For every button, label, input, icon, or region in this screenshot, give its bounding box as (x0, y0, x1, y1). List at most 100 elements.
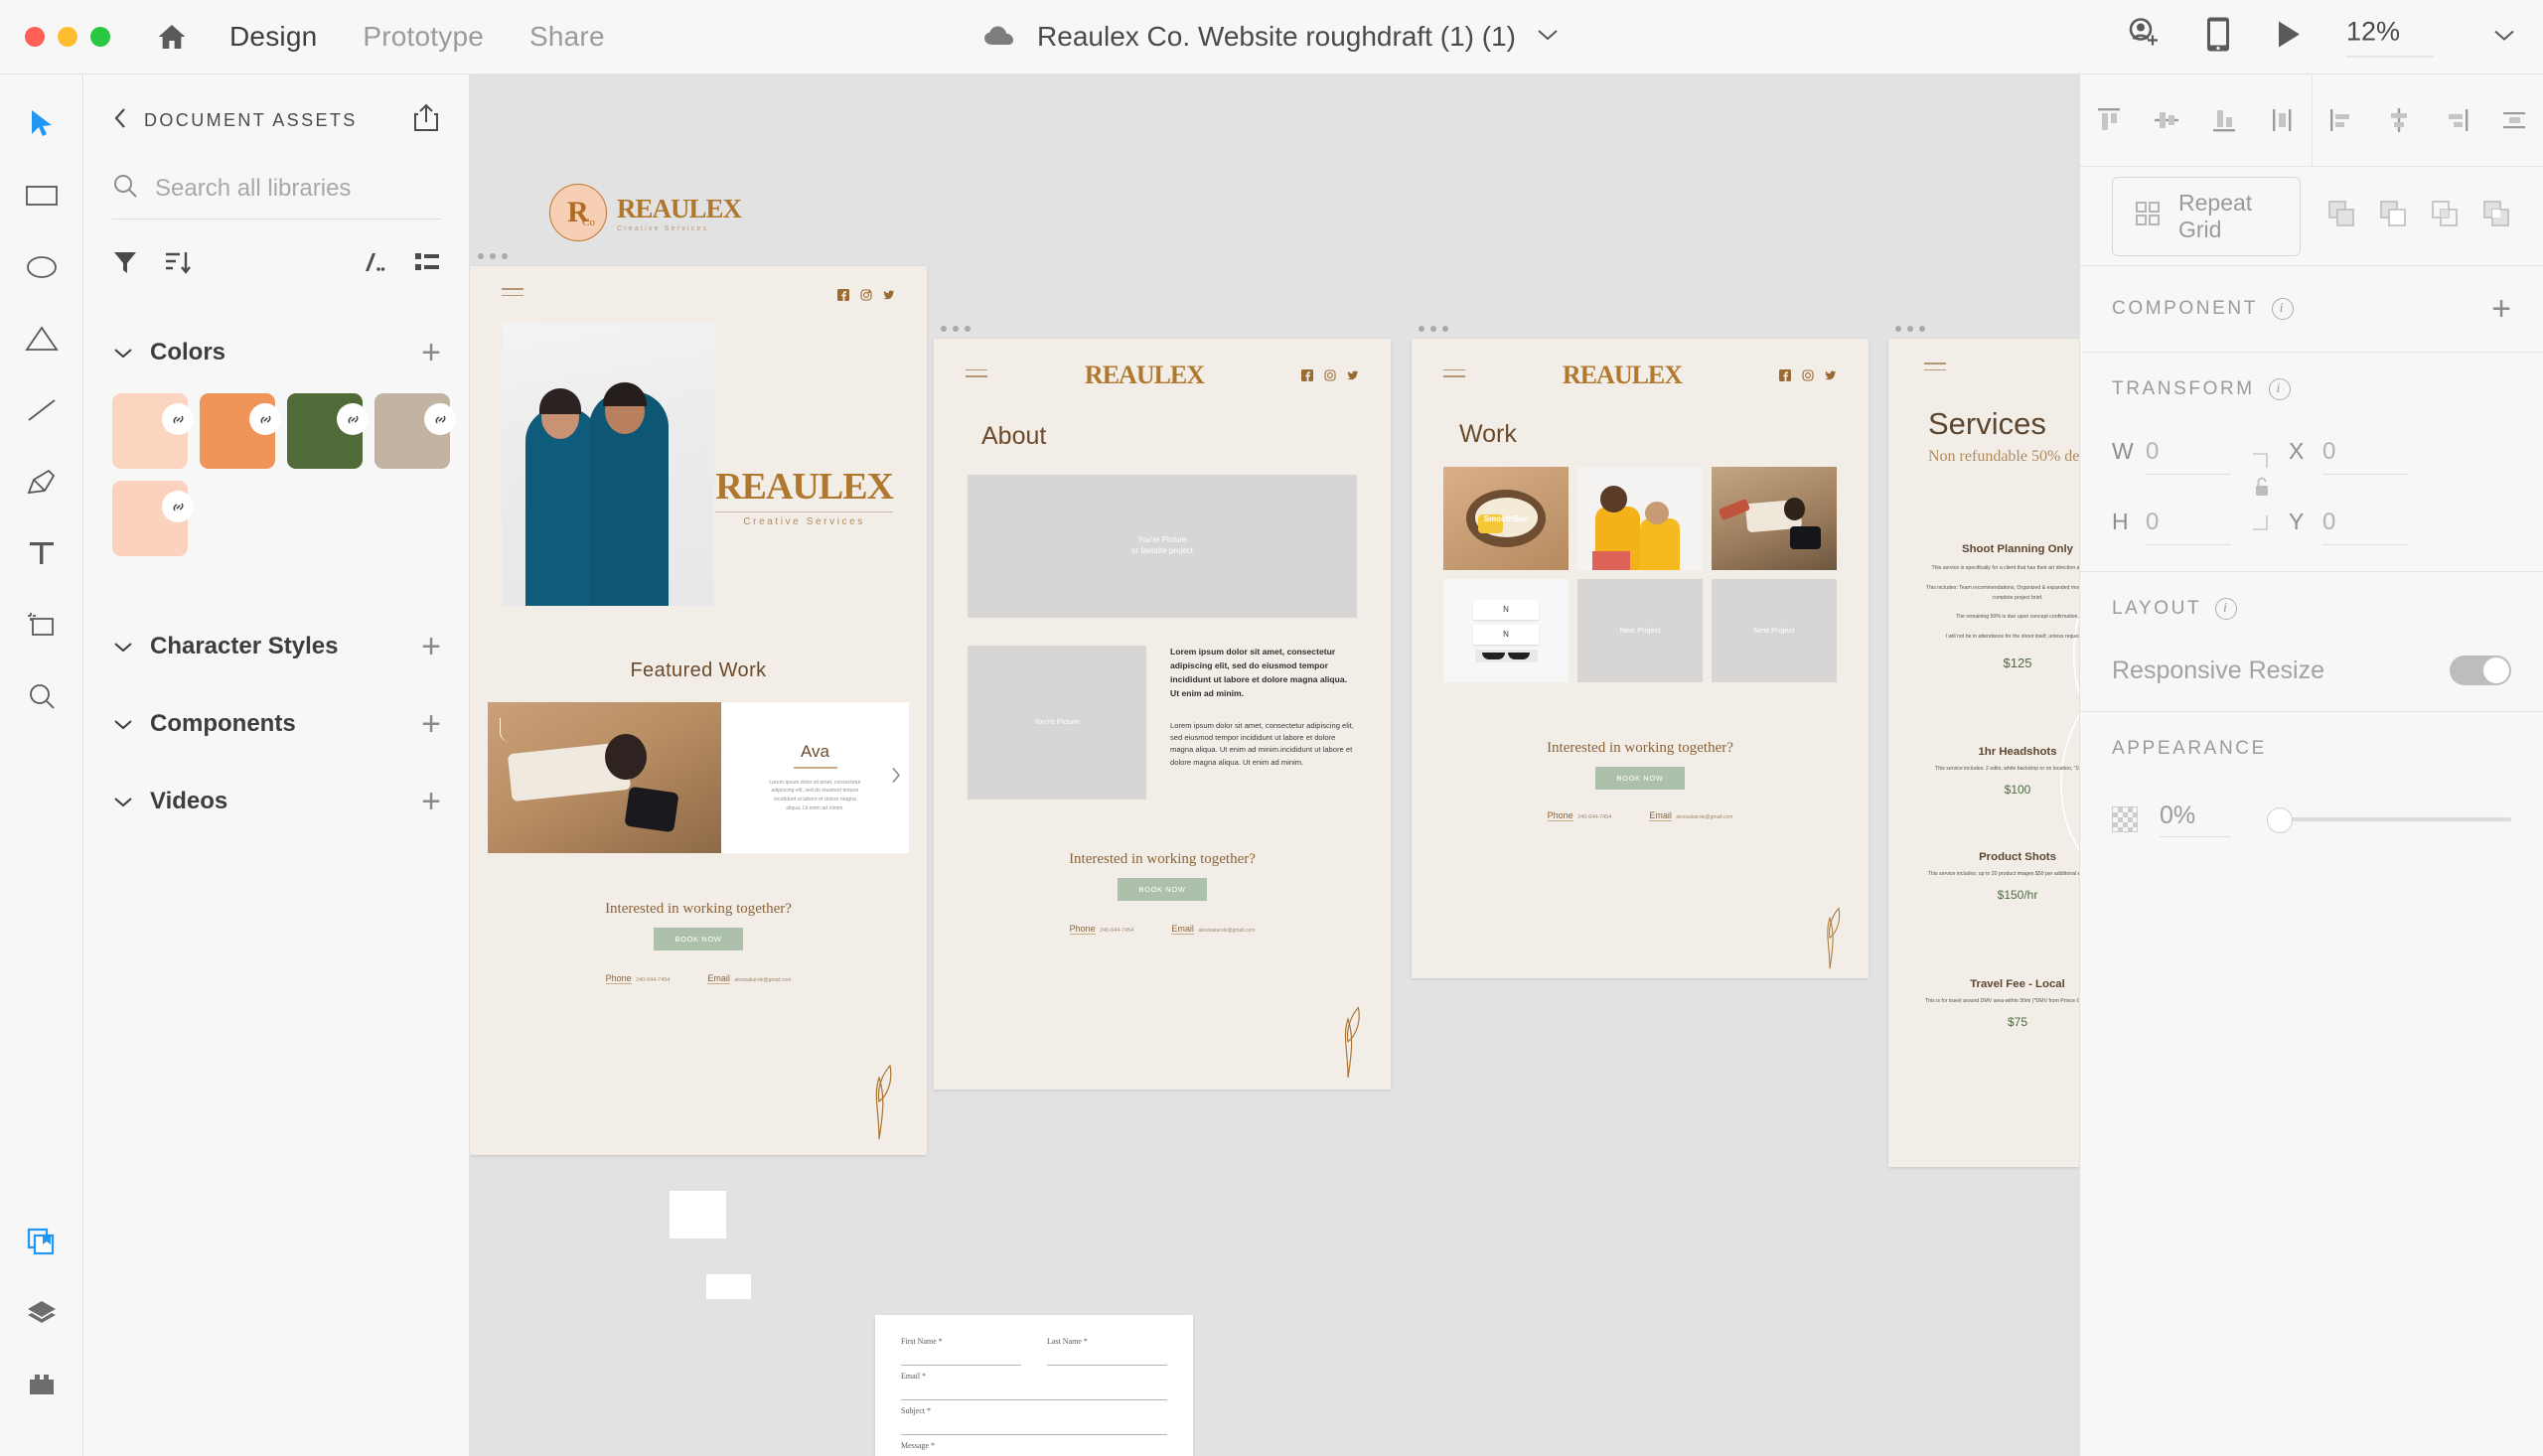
tab-design[interactable]: Design (229, 21, 317, 53)
style-slash-icon[interactable] (360, 249, 387, 280)
artboard-services[interactable]: Services Non refundable 50% deposit RE C… (1888, 339, 2079, 1167)
hamburger-menu-icon[interactable] (966, 369, 987, 382)
artboard-tool[interactable] (0, 589, 83, 660)
home-icon[interactable] (152, 17, 192, 57)
align-top-icon[interactable] (2087, 98, 2131, 142)
canvas-rect-shape[interactable] (670, 1191, 726, 1238)
sort-icon[interactable] (164, 249, 192, 280)
book-now-button[interactable]: BOOK NOW (1595, 767, 1686, 790)
artboard-menu-dots[interactable] (1895, 326, 1925, 332)
tab-prototype[interactable]: Prototype (363, 21, 484, 53)
canvas-rect-shape[interactable] (706, 1274, 751, 1299)
polygon-tool[interactable] (0, 303, 83, 374)
artboard-contact-form[interactable]: First Name * Last Name * Email * Subject… (875, 1315, 1193, 1456)
book-now-button[interactable]: BOOK NOW (1118, 878, 1208, 901)
pen-tool[interactable] (0, 446, 83, 517)
add-color-button[interactable]: + (421, 336, 441, 369)
close-window-button[interactable] (25, 27, 45, 47)
form-textarea[interactable] (901, 1450, 1167, 1456)
tab-share[interactable]: Share (529, 21, 605, 53)
document-title-group[interactable]: Reaulex Co. Website roughdraft (1) (1) (983, 21, 1560, 53)
boolean-add-icon[interactable] (2326, 199, 2356, 233)
align-right-icon[interactable] (2435, 98, 2478, 142)
search-input[interactable] (155, 175, 463, 203)
info-icon[interactable]: i (2215, 598, 2237, 620)
work-tile[interactable] (1712, 467, 1837, 570)
distribute-horizontal-icon[interactable] (2492, 98, 2536, 142)
add-component-button[interactable]: + (2491, 292, 2511, 326)
instagram-icon[interactable] (1802, 369, 1814, 381)
artboard-home[interactable]: REAULEX Creative Services Featured Work … (470, 266, 927, 1155)
next-slide-icon[interactable] (889, 766, 903, 791)
form-input[interactable] (901, 1415, 1167, 1435)
add-video-button[interactable]: + (421, 785, 441, 818)
distribute-vertical-icon[interactable] (2377, 98, 2421, 142)
plugins-tool[interactable] (0, 1349, 83, 1420)
facebook-icon[interactable] (837, 289, 849, 301)
assets-section-colors[interactable]: Colors + (112, 336, 441, 369)
twitter-icon[interactable] (883, 289, 895, 301)
work-tile[interactable] (1577, 467, 1703, 570)
assets-section-videos[interactable]: Videos + (112, 785, 441, 818)
book-now-button[interactable]: BOOK NOW (654, 928, 744, 950)
text-tool[interactable] (0, 517, 83, 589)
instagram-icon[interactable] (860, 289, 872, 301)
color-swatch[interactable] (112, 481, 188, 556)
facebook-icon[interactable] (1301, 369, 1313, 381)
zoom-value[interactable]: 12% (2346, 17, 2434, 58)
color-swatch[interactable] (374, 393, 450, 469)
artboard-menu-dots[interactable] (1419, 326, 1448, 332)
color-swatch[interactable] (112, 393, 188, 469)
line-tool[interactable] (0, 374, 83, 446)
assets-section-character-styles[interactable]: Character Styles + (112, 630, 441, 663)
work-tile[interactable]: SmoothBae (1443, 467, 1569, 570)
boolean-exclude-icon[interactable] (2481, 199, 2511, 233)
play-preview-icon[interactable] (2275, 20, 2303, 55)
zoom-tool[interactable] (0, 660, 83, 732)
list-view-icon[interactable] (413, 249, 441, 280)
select-tool[interactable] (0, 88, 83, 160)
work-tile[interactable]: N N (1443, 579, 1569, 682)
x-input[interactable]: 0 (2322, 438, 2408, 475)
color-swatch[interactable] (200, 393, 275, 469)
minimize-window-button[interactable] (58, 27, 77, 47)
hamburger-menu-icon[interactable] (1924, 363, 1946, 370)
chevron-down-icon[interactable] (112, 339, 134, 366)
opacity-input[interactable]: 0% (2160, 801, 2231, 837)
chevron-down-icon[interactable] (2491, 27, 2517, 47)
chevron-down-icon[interactable] (112, 788, 134, 815)
hamburger-menu-icon[interactable] (502, 288, 524, 301)
maximize-window-button[interactable] (90, 27, 110, 47)
add-character-style-button[interactable]: + (421, 630, 441, 663)
info-icon[interactable]: i (2272, 298, 2294, 320)
form-input[interactable] (1047, 1346, 1167, 1366)
align-left-icon[interactable] (2319, 98, 2363, 142)
ellipse-tool[interactable] (0, 231, 83, 303)
filter-icon[interactable] (112, 249, 138, 280)
opacity-slider[interactable] (2267, 817, 2511, 821)
hamburger-menu-icon[interactable] (1443, 369, 1465, 382)
facebook-icon[interactable] (1779, 369, 1791, 381)
publish-upload-icon[interactable] (411, 102, 441, 139)
form-input[interactable] (901, 1346, 1021, 1366)
canvas-floating-logo[interactable]: R Co REAULEX Creative Services (549, 184, 741, 241)
color-swatch[interactable] (287, 393, 363, 469)
artboard-work[interactable]: REAULEX Work SmoothBae (1412, 339, 1869, 978)
align-vertical-center-icon[interactable] (2145, 98, 2188, 142)
width-input[interactable]: 0 (2146, 438, 2231, 475)
y-input[interactable]: 0 (2322, 509, 2408, 545)
align-bottom-icon[interactable] (2202, 98, 2246, 142)
artboard-menu-dots[interactable] (478, 253, 508, 259)
repeat-grid-button[interactable]: Repeat Grid (2112, 177, 2301, 256)
invite-user-icon[interactable] (2126, 18, 2162, 57)
work-tile-placeholder[interactable]: Next Project (1577, 579, 1703, 682)
chevron-down-icon[interactable] (112, 633, 134, 660)
info-icon[interactable]: i (2269, 378, 2291, 400)
artboard-menu-dots[interactable] (941, 326, 971, 332)
assets-section-components[interactable]: Components + (112, 707, 441, 741)
align-horizontal-center-icon[interactable] (2260, 98, 2304, 142)
design-canvas[interactable]: R Co REAULEX Creative Services (470, 74, 2079, 1456)
height-input[interactable]: 0 (2146, 509, 2231, 545)
twitter-icon[interactable] (1825, 369, 1837, 381)
boolean-intersect-icon[interactable] (2430, 199, 2460, 233)
